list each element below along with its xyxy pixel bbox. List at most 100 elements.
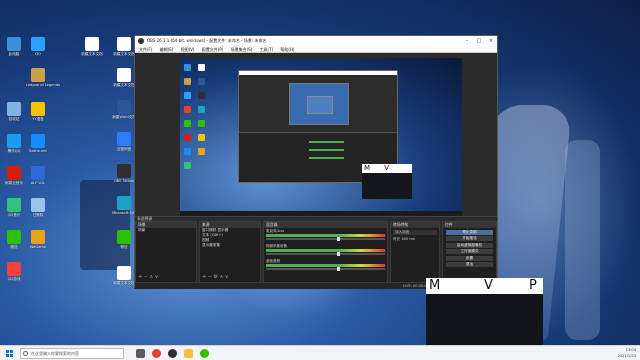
wegame-icon — [31, 230, 45, 244]
folder-icon[interactable] — [184, 349, 193, 358]
wechat-icon — [117, 230, 131, 244]
wallpaper-figure — [565, 140, 600, 340]
preview-desktop-icon — [184, 64, 191, 71]
qq-icon — [31, 37, 45, 51]
desktop-icon[interactable]: YY语音 — [26, 102, 50, 121]
desktop-icon-label: 此电脑 — [8, 52, 20, 56]
desktop-icon-label: 新建文本文档 — [113, 52, 135, 56]
volume-slider[interactable] — [266, 267, 385, 271]
obs-menu-bar: 文件(F) 编辑(E) 视图(V) 配置文件(P) 场景集合(S) 工具(T) … — [135, 46, 497, 53]
desktop-icon-label: Microsoft Edge — [112, 211, 139, 215]
desktop-icon[interactable]: 新建文本文档 — [112, 266, 136, 285]
obs-icon[interactable] — [168, 349, 177, 358]
battlenet-icon — [31, 134, 45, 148]
taskbar-search[interactable]: 在这里输入你要搜索的内容 — [20, 348, 124, 359]
obs-window[interactable]: OBS 26.1.1 (64-bit, windows) - 配置文件: 未命名… — [134, 35, 498, 289]
desktop-icon[interactable]: QQ — [26, 37, 50, 56]
preview-desktop-icon — [184, 92, 191, 99]
desktop-icon-label: 网易云音乐 — [5, 181, 23, 185]
desktop-icon[interactable]: 微信 — [2, 230, 26, 249]
mixer-channel-name: 视频采集设备 — [266, 244, 287, 248]
search-icon — [23, 351, 28, 356]
preview-camera-overlay: M V P — [362, 164, 412, 199]
desktop-icon[interactable]: League of Legends — [26, 68, 60, 87]
obs-preview[interactable]: M V P — [180, 58, 462, 217]
desktop-icon-label: 新建文本文档 — [113, 83, 135, 87]
desktop-icon[interactable]: 网易云音乐 — [2, 166, 26, 185]
desktop-icon[interactable]: 新建文本文档 — [80, 37, 104, 56]
yy-icon — [31, 102, 45, 116]
desktop-icon[interactable]: 回收站 — [2, 102, 26, 121]
desktop-icon-label: 微信 — [120, 245, 128, 249]
desktop-icon-label: QQ游戏 — [7, 277, 21, 281]
sources-controls[interactable]: + − ⚙ ∧ ∨ — [202, 274, 229, 280]
source-item[interactable]: 显示器采集 — [200, 243, 260, 248]
desktop-icon-label: 微信 — [10, 245, 18, 249]
menu-view[interactable]: 视图(V) — [181, 47, 195, 52]
menu-file[interactable]: 文件(F) — [139, 47, 152, 52]
studio-mode-button[interactable]: 工作室模式 — [446, 249, 493, 254]
desktop-icon-label: 百度网盘 — [116, 147, 132, 151]
volume-slider[interactable] — [266, 237, 385, 241]
task-view-icon[interactable] — [136, 349, 145, 358]
settings-button[interactable]: 设置 — [446, 255, 493, 261]
chrome-icon[interactable] — [152, 349, 161, 358]
desktop-icon[interactable]: 百度网盘 — [112, 132, 136, 151]
volume-slider-handle[interactable] — [337, 252, 341, 256]
maximize-icon[interactable]: □ — [473, 36, 485, 46]
search-placeholder: 在这里输入你要搜索的内容 — [31, 351, 79, 356]
minimize-icon[interactable]: – — [461, 36, 473, 46]
duration-value: 300 ms — [401, 237, 415, 241]
desktop-icon-label: 新建文本文档 — [81, 52, 103, 56]
preview-desktop-icon — [184, 106, 191, 113]
desktop-icon[interactable]: 新建文本文档 — [112, 37, 136, 56]
scenes-controls[interactable]: + − ∧ ∨ — [138, 274, 158, 280]
text-document-icon — [117, 266, 131, 280]
close-icon[interactable]: × — [485, 36, 497, 46]
volume-meter — [266, 264, 385, 267]
preview-desktop-icon — [198, 148, 205, 155]
mixer-channel: 桌面音频 — [264, 258, 387, 273]
desktop-icon[interactable]: 腾讯QQ — [2, 134, 26, 153]
virtual-camera-button[interactable]: 启动虚拟摄像机 — [446, 242, 493, 248]
transition-duration[interactable]: 时长 300 ms — [391, 237, 439, 242]
desktop-icon[interactable]: 已删除 — [26, 198, 50, 217]
volume-slider-handle[interactable] — [337, 267, 341, 271]
desktop-icon[interactable]: Battle.net — [26, 134, 50, 153]
menu-scene-collection[interactable]: 场景集合(S) — [231, 47, 253, 52]
exit-button[interactable]: 退出 — [446, 262, 493, 267]
desktop-icon[interactable]: WeGame — [26, 230, 50, 249]
desktop-icon[interactable]: QQ音乐 — [2, 198, 26, 217]
menu-profile[interactable]: 配置文件(P) — [202, 47, 224, 52]
desktop-icon[interactable]: 新建文本文档 — [112, 68, 136, 87]
volume-slider[interactable] — [266, 252, 385, 256]
preview-desktop-icon — [198, 106, 205, 113]
scene-item[interactable]: 场景 — [136, 228, 196, 233]
edge-icon — [117, 196, 131, 210]
preview-desktop-icon — [184, 148, 191, 155]
desktop-icon-label: League of Legends — [26, 83, 60, 87]
volume-slider-handle[interactable] — [337, 237, 341, 241]
desktop-icon[interactable]: ALP LOL — [26, 166, 50, 185]
start-streaming-button[interactable]: 开始推流 — [446, 236, 493, 241]
desktop-icon[interactable]: 微信 — [112, 230, 136, 249]
desktop-icon[interactable]: QQ游戏 — [2, 262, 26, 281]
desktop-icon[interactable]: Microsoft Edge — [112, 196, 139, 215]
obs-title-bar[interactable]: OBS 26.1.1 (64-bit, windows) - 配置文件: 未命名… — [135, 36, 497, 46]
wechat-icon[interactable] — [200, 349, 209, 358]
menu-edit[interactable]: 编辑(E) — [160, 47, 174, 52]
windows-start-icon[interactable] — [6, 350, 13, 357]
transitions-panel: 转场特效 淡入淡出 时长 300 ms — [390, 221, 440, 283]
desktop-icon[interactable]: OBS Studio — [112, 164, 136, 183]
controls-panel: 控件 停止录制 开始推流 启动虚拟摄像机 工作室模式 设置 退出 — [442, 221, 497, 283]
clock-date[interactable]: 2021/1/23 — [618, 353, 636, 359]
stop-recording-button[interactable]: 停止录制 — [446, 229, 493, 235]
menu-help[interactable]: 帮助(H) — [280, 47, 294, 52]
menu-tools[interactable]: 工具(T) — [260, 47, 274, 52]
desktop-icon[interactable]: 此电脑 — [2, 37, 26, 56]
mixer-channel-name: 桌面音频 — [266, 259, 280, 263]
scenes-panel: 场景 场景 + − ∧ ∨ — [135, 221, 197, 283]
desktop-icon-label: QQ音乐 — [7, 213, 21, 217]
desktop-icon[interactable]: 新建Word文档 — [112, 100, 136, 119]
transition-select[interactable]: 淡入淡出 — [393, 230, 437, 235]
